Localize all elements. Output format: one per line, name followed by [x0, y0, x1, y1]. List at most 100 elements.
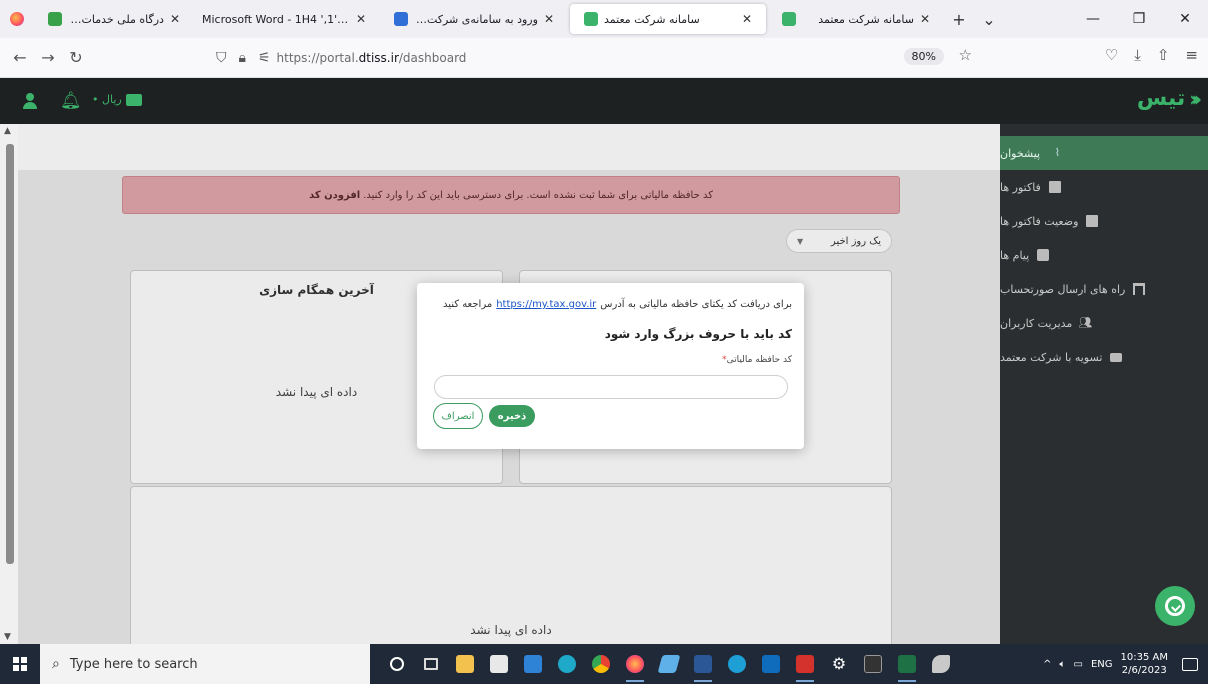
- sidebar-item-label: وضعیت فاکتور ها: [1000, 214, 1079, 228]
- firefox-taskbar-icon[interactable]: [618, 644, 652, 684]
- cancel-button[interactable]: انصراف: [433, 403, 483, 429]
- zoom-badge[interactable]: 80%: [903, 48, 944, 65]
- help-prefix: برای دریافت کد یکتای حافظه مالیاتی به آد…: [600, 299, 792, 310]
- tab-close-icon[interactable]: ✕: [356, 12, 366, 26]
- share-icon[interactable]: ⇧: [1157, 46, 1170, 64]
- tray-chevron-up-icon[interactable]: ^: [1043, 659, 1051, 670]
- download-icon[interactable]: ⤓: [1134, 46, 1141, 64]
- back-icon[interactable]: ←: [6, 48, 34, 67]
- bookmark-star-icon[interactable]: ☆: [959, 46, 972, 64]
- tab-favicon-icon: [394, 12, 408, 26]
- file-explorer-icon[interactable]: [448, 644, 482, 684]
- tax-portal-link[interactable]: https://my.tax.gov.ir: [496, 299, 596, 310]
- task-view-icon[interactable]: [414, 644, 448, 684]
- pocket-icon[interactable]: ♡: [1105, 46, 1118, 64]
- lock-icon: 🔒︎: [238, 50, 246, 66]
- browser-tab-trusted[interactable]: سامانه شرکت معتمد ✕: [768, 0, 944, 38]
- close-window-icon[interactable]: ✕: [1162, 0, 1208, 38]
- windows-taskbar: ⌕ Type here to search ⚙ ^ 🔈︎ ▭ ENG 10:35…: [0, 644, 1208, 684]
- page-scrollbar[interactable]: ▲ ▼: [0, 124, 18, 644]
- cortana-icon[interactable]: [380, 644, 414, 684]
- tab-label: سامانه شرکت معتمد: [818, 12, 914, 26]
- tax-code-label: کد حافظه مالیاتی*: [722, 355, 792, 365]
- store-icon[interactable]: [482, 644, 516, 684]
- scroll-up-icon[interactable]: ▲: [4, 126, 11, 136]
- language-indicator[interactable]: ENG: [1091, 659, 1113, 670]
- sidebar-item-invoices[interactable]: فاکتور ها: [1000, 170, 1208, 204]
- wallet-icon: [125, 93, 142, 106]
- scroll-down-icon[interactable]: ▼: [4, 632, 11, 642]
- battery-icon[interactable]: ▭: [1074, 659, 1083, 670]
- scrollbar-thumb[interactable]: [6, 144, 14, 564]
- forward-icon[interactable]: →: [34, 48, 62, 67]
- browser-tab-word[interactable]: Microsoft Word - 1H4 ',1'Ï +(* H ✕: [194, 0, 380, 38]
- list-tabs-chevron-icon[interactable]: ⌄: [974, 0, 1004, 38]
- chrome-icon[interactable]: [584, 644, 618, 684]
- tab-close-icon[interactable]: ✕: [920, 12, 930, 26]
- save-button[interactable]: ذخیره: [489, 405, 535, 427]
- new-tab-button[interactable]: +: [944, 0, 974, 38]
- tab-label: Microsoft Word - 1H4 ',1'Ï +(* H: [202, 12, 350, 26]
- url-prefix: https://portal.: [276, 51, 359, 65]
- tab-close-icon[interactable]: ✕: [544, 12, 554, 26]
- volume-icon[interactable]: 🔈︎: [1060, 659, 1066, 670]
- firefox-menu-button[interactable]: [0, 0, 34, 38]
- browser-tab-strip: درگاه ملی خدمات الکترونیک س ✕ Microsoft …: [0, 0, 1208, 38]
- paint-icon[interactable]: [924, 644, 958, 684]
- minimize-icon[interactable]: —: [1070, 0, 1116, 38]
- sidebar-item-dashboard[interactable]: ⌇ پیشخوان: [1000, 136, 1208, 170]
- sidebar-item-label: پیام ها: [1000, 248, 1030, 262]
- edge-icon[interactable]: [550, 644, 584, 684]
- browser-tab-active[interactable]: سامانه شرکت معتمد ✕: [570, 4, 766, 34]
- sidebar-item-invoice-status[interactable]: وضعیت فاکتور ها: [1000, 204, 1208, 238]
- reload-icon[interactable]: ↻: [62, 48, 90, 67]
- sidebar-item-label: پیشخوان: [1000, 146, 1041, 160]
- chat-support-button[interactable]: [1155, 586, 1195, 626]
- terminal-icon[interactable]: [856, 644, 890, 684]
- settings-icon[interactable]: ⚙: [822, 644, 856, 684]
- document-icon: [1048, 181, 1061, 193]
- document-status-icon: [1086, 215, 1099, 227]
- browser-tab-national-portal[interactable]: درگاه ملی خدمات الکترونیک س ✕: [34, 0, 194, 38]
- users-icon: 👥︎: [1078, 316, 1093, 329]
- sidebar-item-label: فاکتور ها: [1000, 180, 1041, 194]
- sidebar-item-settlement[interactable]: تسویه با شرکت معتمد ⌄: [1000, 340, 1208, 374]
- outlook-icon[interactable]: [754, 644, 788, 684]
- tab-close-icon[interactable]: ✕: [742, 12, 752, 26]
- url-path: /dashboard: [398, 51, 467, 65]
- chat-icon: [1165, 596, 1185, 616]
- taskbar-search[interactable]: ⌕ Type here to search: [40, 644, 370, 684]
- browser-navbar: ← → ↻ ⛉ 🔒︎ ⚟ https://portal. dtiss.ir/das…: [0, 38, 1208, 78]
- sidebar-item-label: مدیریت کاربران: [1000, 316, 1073, 330]
- tab-favicon-icon: [48, 12, 62, 26]
- skype-icon[interactable]: [720, 644, 754, 684]
- tab-favicon-icon: [584, 12, 598, 26]
- permissions-icon: ⚟: [257, 50, 271, 66]
- bell-icon[interactable]: 🔔︎: [60, 91, 82, 111]
- sidebar-item-users[interactable]: 👥︎ مدیریت کاربران: [1000, 306, 1208, 340]
- acrobat-icon[interactable]: [788, 644, 822, 684]
- tab-label: درگاه ملی خدمات الکترونیک س: [68, 12, 164, 26]
- start-button[interactable]: [0, 644, 40, 684]
- excel-icon[interactable]: [890, 644, 924, 684]
- clock[interactable]: 10:35 AM 2/6/2023: [1121, 651, 1168, 677]
- sidebar-item-send-methods[interactable]: راه های ارسال صورتحساب: [1000, 272, 1208, 306]
- system-tray: ^ 🔈︎ ▭ ENG 10:35 AM 2/6/2023: [1043, 644, 1208, 684]
- chart-icon: ⌇: [1054, 146, 1061, 159]
- url-bar[interactable]: ⛉ 🔒︎ ⚟ https://portal. dtiss.ir/dashboard…: [210, 44, 980, 72]
- user-icon[interactable]: [22, 93, 38, 109]
- menu-icon[interactable]: ≡: [1185, 46, 1198, 64]
- restore-icon[interactable]: ❐: [1116, 0, 1162, 38]
- sidebar-item-messages[interactable]: پیام ها: [1000, 238, 1208, 272]
- tab-close-icon[interactable]: ✕: [170, 12, 180, 26]
- word-icon[interactable]: [686, 644, 720, 684]
- search-icon: ⌕: [52, 656, 60, 672]
- field-label-text: کد حافظه مالیاتی: [726, 355, 792, 365]
- wallet-balance[interactable]: • ریال: [92, 93, 142, 106]
- browser-tab-login[interactable]: ورود به سامانه‌ی شرکت معتمد ✕: [380, 0, 568, 38]
- tax-code-input[interactable]: [434, 375, 788, 399]
- taskbar-apps: ⚙: [380, 644, 958, 684]
- mail-icon[interactable]: [516, 644, 550, 684]
- notes-icon[interactable]: [652, 644, 686, 684]
- notification-center-icon[interactable]: [1182, 657, 1198, 671]
